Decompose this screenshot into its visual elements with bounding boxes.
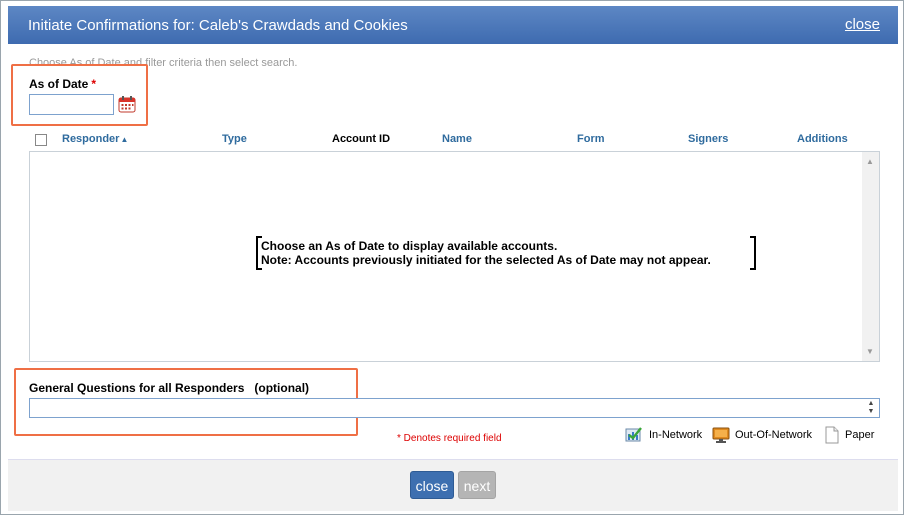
accounts-grid: Choose an As of Date to display availabl… (29, 151, 880, 362)
general-questions-input[interactable]: ▲ ▼ (29, 398, 880, 418)
general-questions-label: General Questions for all Responders (op… (29, 381, 310, 395)
as-of-date-label-text: As of Date (29, 77, 89, 91)
input-spinner[interactable]: ▲ ▼ (864, 400, 878, 416)
empty-message-line-2: Note: Accounts previously initiated for … (261, 253, 711, 267)
required-field-note: * Denotes required field (397, 433, 502, 444)
calendar-icon[interactable] (118, 95, 136, 113)
paper-icon (825, 426, 839, 444)
select-all-checkbox[interactable] (35, 134, 47, 146)
dialog-title-bar: Initiate Confirmations for: Caleb's Craw… (8, 6, 898, 44)
spinner-down-icon[interactable]: ▼ (864, 408, 878, 416)
as-of-date-label: As of Date * (29, 77, 96, 91)
in-network-icon (625, 427, 642, 442)
column-signers[interactable]: Signers (688, 133, 728, 145)
right-bracket (750, 236, 756, 270)
accounts-table-header: Responder▲ Type Account ID Name Form Sig… (29, 129, 880, 151)
legend-paper-label: Paper (845, 429, 875, 441)
column-name[interactable]: Name (442, 133, 472, 145)
dialog-title: Initiate Confirmations for: Caleb's Craw… (28, 17, 408, 34)
legend-in-network-label: In-Network (649, 429, 703, 441)
out-of-network-icon (712, 427, 730, 443)
empty-message-line-1: Choose an As of Date to display availabl… (261, 239, 558, 253)
spinner-up-icon[interactable]: ▲ (864, 400, 878, 408)
column-responder-label: Responder (62, 133, 120, 145)
empty-grid-message: Choose an As of Date to display availabl… (256, 236, 756, 270)
column-form[interactable]: Form (577, 133, 605, 145)
legend-out-of-network-label: Out-Of-Network (735, 429, 813, 441)
column-additions[interactable]: Additions (797, 133, 848, 145)
dialog-footer: close next (8, 459, 898, 511)
scroll-up-icon[interactable]: ▲ (866, 157, 874, 166)
column-type[interactable]: Type (222, 133, 247, 145)
confirmation-dialog: Initiate Confirmations for: Caleb's Craw… (0, 0, 904, 515)
required-asterisk: * (91, 77, 97, 91)
close-button[interactable]: close (410, 471, 454, 499)
dialog-close-link[interactable]: close (845, 16, 880, 33)
sort-ascending-icon: ▲ (120, 135, 129, 144)
column-responder[interactable]: Responder▲ (62, 133, 128, 145)
grid-scrollbar[interactable]: ▲ ▼ (862, 152, 879, 361)
next-button[interactable]: next (458, 471, 496, 499)
column-account-id: Account ID (332, 133, 391, 145)
as-of-date-input[interactable] (29, 94, 114, 115)
scroll-down-icon[interactable]: ▼ (866, 347, 874, 356)
